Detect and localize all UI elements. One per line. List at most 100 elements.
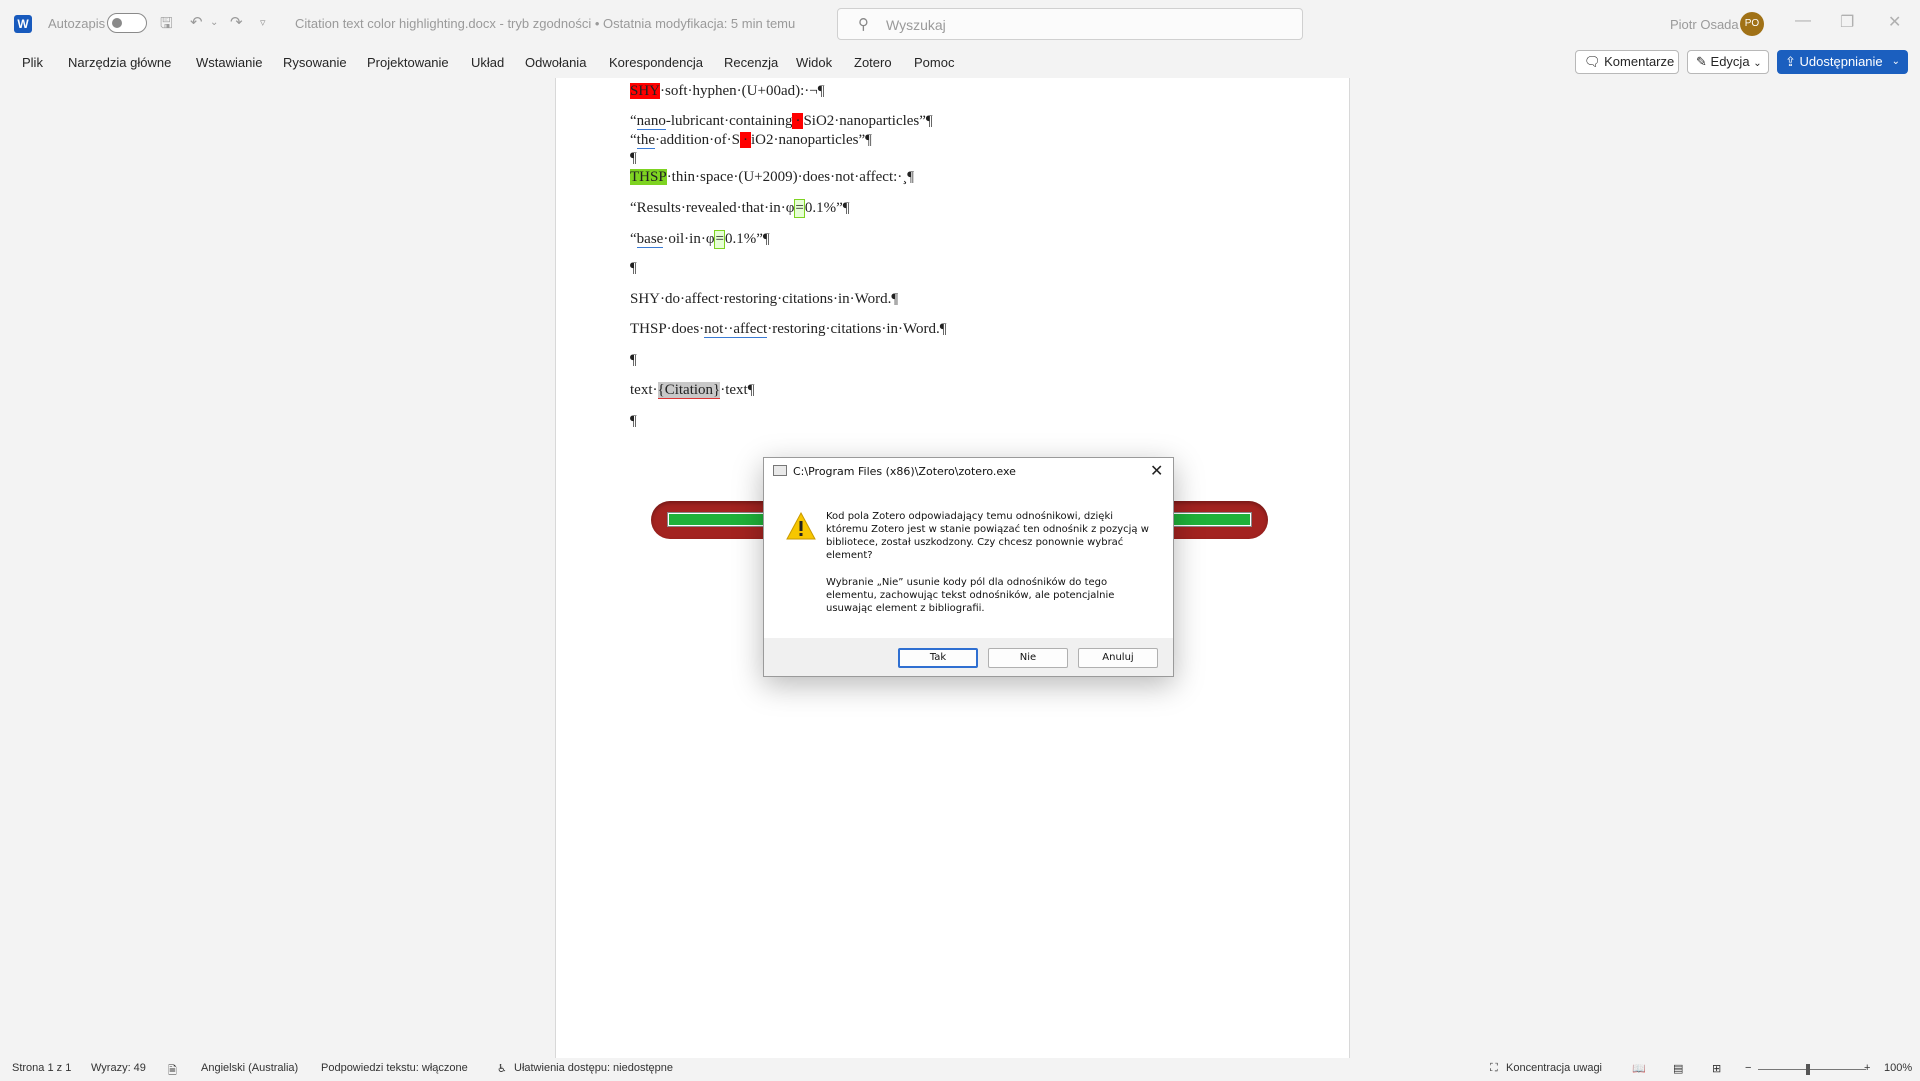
close-icon[interactable]: ✕ (1150, 461, 1163, 480)
text: ·addition·of·S (655, 132, 740, 148)
highlight-shy: SHY (630, 83, 661, 99)
doc-line-12[interactable]: text·{Citation}·text¶ (630, 382, 755, 399)
text: SiO2·nanoparticles”¶ (803, 113, 933, 129)
zoom-out-icon[interactable]: − (1745, 1062, 1751, 1074)
text: “ (630, 132, 637, 148)
share-dropdown-icon[interactable]: ⌄ (1892, 50, 1900, 74)
zoom-slider[interactable] (1758, 1069, 1866, 1070)
share-label: Udostępnianie (1799, 54, 1883, 69)
tab-layout[interactable]: Układ (471, 55, 504, 70)
word-count[interactable]: Wyrazy: 49 (91, 1062, 146, 1074)
editing-button[interactable]: ✎ Edycja ⌄ (1687, 50, 1769, 74)
zoom-level[interactable]: 100% (1884, 1062, 1912, 1074)
avatar[interactable]: PO (1740, 12, 1764, 36)
text: “Results·revealed·that·in·φ (630, 200, 795, 216)
doc-line-13[interactable]: ¶ (630, 413, 637, 430)
tab-review[interactable]: Recenzja (724, 55, 778, 70)
text: “ (630, 231, 637, 247)
tab-draw[interactable]: Rysowanie (283, 55, 347, 70)
text: ·text¶ (720, 382, 755, 398)
share-icon: ⇪ (1785, 54, 1796, 69)
dialog-message-1: Kod pola Zotero odpowiadający temu odnoś… (826, 511, 1149, 561)
proofing-icon[interactable]: 🗎 (168, 1062, 177, 1081)
doc-line-6[interactable]: “Results·revealed·that·in·φ=0.1%”¶ (630, 199, 850, 218)
text: iO2·nanoparticles”¶ (750, 132, 872, 148)
focus-icon[interactable]: ⛶ (1490, 1062, 1498, 1075)
text-predictions-status[interactable]: Podpowiedzi tekstu: włączone (321, 1062, 468, 1074)
doc-line-8[interactable]: ¶ (630, 260, 637, 277)
accessibility-icon[interactable]: ♿ (497, 1062, 507, 1075)
undo-dropdown-icon[interactable]: ⌄ (210, 17, 218, 28)
citation-field[interactable]: {Citation} (657, 382, 721, 399)
tab-home[interactable]: Narzędzia główne (68, 55, 171, 70)
zoom-slider-thumb[interactable] (1806, 1064, 1810, 1075)
document-title[interactable]: Citation text color highlighting.docx - … (295, 16, 795, 31)
doc-line-11[interactable]: ¶ (630, 352, 637, 369)
autosave-toggle[interactable] (107, 13, 147, 33)
status-bar: Strona 1 z 1 Wyrazy: 49 🗎 Angielski (Aus… (0, 1058, 1920, 1080)
share-button[interactable]: ⇪ Udostępnianie ⌄ (1777, 50, 1908, 74)
comment-icon: 🗨 (1584, 54, 1601, 69)
dialog-message-2: Wybranie „Nie” usunie kody pól dla odnoś… (826, 577, 1115, 614)
tab-references[interactable]: Odwołania (525, 55, 586, 70)
text: text· (630, 382, 658, 398)
grammar-underlined-words: not··affect (704, 321, 768, 338)
search-icon: ⚲ (858, 16, 869, 33)
language-status[interactable]: Angielski (Australia) (201, 1062, 298, 1074)
tab-mailings[interactable]: Korespondencja (609, 55, 703, 70)
text: ·soft·hyphen·(U+00ad):·¬¶ (660, 83, 825, 99)
doc-line-1[interactable]: SHY·soft·hyphen·(U+00ad):·¬¶ (630, 83, 825, 100)
zoom-in-icon[interactable]: + (1864, 1062, 1870, 1074)
highlight-thsp: THSP (630, 169, 667, 185)
text: ·restoring·citations·in·Word.¶ (767, 321, 947, 337)
restore-icon[interactable]: ❐ (1840, 12, 1854, 32)
accessibility-status[interactable]: Ułatwienia dostępu: niedostępne (514, 1062, 673, 1074)
editing-label: Edycja (1710, 54, 1750, 69)
no-button[interactable]: Nie (988, 648, 1068, 668)
read-mode-icon[interactable]: 📖 (1632, 1062, 1646, 1075)
doc-line-10[interactable]: THSP·does·not··affect·restoring·citation… (630, 321, 947, 338)
spell-underlined-word: the (636, 132, 655, 149)
thin-space-marker: = (714, 230, 725, 249)
text: ·oil·in·φ (663, 231, 715, 247)
tab-view[interactable]: Widok (796, 55, 832, 70)
text: 0.1%”¶ (724, 231, 770, 247)
cancel-button[interactable]: Anuluj (1078, 648, 1158, 668)
text: THSP·does· (630, 321, 705, 337)
doc-line-2[interactable]: “nano-lubricant·containing · SiO2·nanopart… (630, 113, 933, 130)
redo-icon[interactable]: ↷ (230, 13, 243, 31)
yes-button[interactable]: Tak (898, 648, 978, 668)
save-icon[interactable]: 🖫 (160, 13, 173, 38)
close-window-icon[interactable]: ✕ (1888, 12, 1901, 32)
doc-line-3[interactable]: “the·addition·of·S · iO2·nanoparticles”¶ (630, 132, 872, 149)
word-logo-icon: W (14, 15, 32, 33)
doc-line-5[interactable]: THSP·thin·space·(U+2009)·does·not·affect… (630, 169, 914, 186)
comments-label: Komentarze (1604, 54, 1675, 69)
text: ·thin·space·(U+2009)·does·not·affect:·¸¶ (666, 169, 915, 185)
customize-toolbar-icon[interactable]: ▿ (260, 16, 266, 29)
print-layout-icon[interactable]: ▤ (1673, 1062, 1683, 1075)
user-name[interactable]: Piotr Osada (1670, 17, 1739, 32)
page-count[interactable]: Strona 1 z 1 (12, 1062, 71, 1074)
app-window-icon (773, 465, 787, 476)
doc-line-9[interactable]: SHY·do·affect·restoring·citations·in·Wor… (630, 291, 898, 308)
web-layout-icon[interactable]: ⊞ (1712, 1062, 1721, 1075)
doc-line-7[interactable]: “base·oil·in·φ=0.1%”¶ (630, 230, 770, 249)
comments-button[interactable]: 🗨 Komentarze (1575, 50, 1679, 74)
spell-underlined-word: nano (636, 113, 666, 130)
tab-help[interactable]: Pomoc (914, 55, 954, 70)
undo-icon[interactable]: ↶ (190, 13, 203, 31)
autosave-label: Autozapis (48, 16, 106, 31)
search-placeholder: Wyszukaj (886, 17, 946, 33)
search-input[interactable]: ⚲ Wyszukaj (837, 8, 1303, 40)
text: “ (630, 113, 637, 129)
highlight-soft-hyphen: · (792, 113, 804, 129)
focus-mode-button[interactable]: Koncentracja uwagi (1506, 1062, 1602, 1074)
doc-line-4[interactable]: ¶ (630, 150, 637, 167)
minimize-icon[interactable]: — (1795, 12, 1811, 30)
tab-file[interactable]: Plik (22, 55, 43, 70)
thin-space-marker: = (794, 199, 805, 218)
tab-zotero[interactable]: Zotero (854, 55, 892, 70)
tab-design[interactable]: Projektowanie (367, 55, 449, 70)
tab-insert[interactable]: Wstawianie (196, 55, 262, 70)
